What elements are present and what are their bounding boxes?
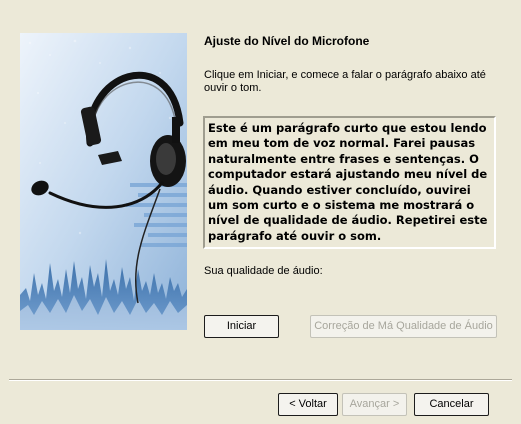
instructions-text: Clique em Iniciar, e comece a falar o pa…: [204, 69, 486, 94]
audio-quality-label: Sua qualidade de áudio:: [204, 265, 323, 277]
footer-divider: [9, 379, 512, 381]
page-title: Ajuste do Nível do Microfone: [204, 34, 370, 48]
back-button[interactable]: < Voltar: [278, 393, 338, 416]
next-button[interactable]: Avançar >: [342, 393, 407, 416]
cancel-button[interactable]: Cancelar: [414, 393, 489, 416]
reading-passage: Este é um parágrafo curto que estou lend…: [203, 116, 496, 249]
poor-audio-correction-button[interactable]: Correção de Má Qualidade de Áudio: [310, 315, 497, 338]
start-button[interactable]: Iniciar: [204, 315, 279, 338]
headset-illustration: [20, 33, 187, 330]
headset-microphone-icon: [20, 33, 187, 330]
